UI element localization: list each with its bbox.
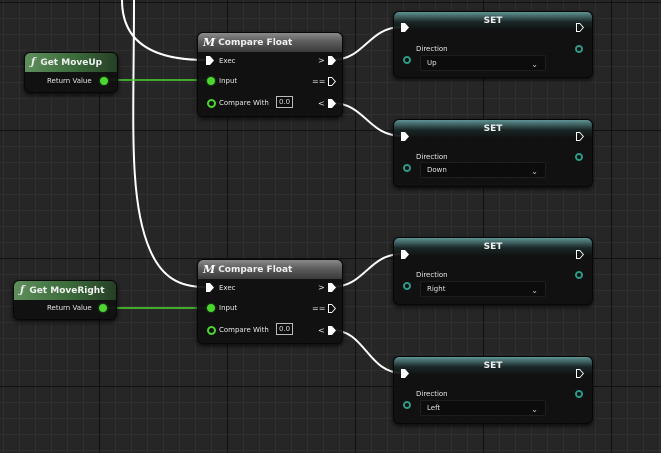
return-value-label: Return Value	[47, 77, 92, 85]
direction-input-pin[interactable]	[403, 401, 411, 409]
exec-pin-icon[interactable]	[328, 283, 336, 292]
node-header: SET	[394, 12, 592, 30]
node-header: M Compare Float	[198, 33, 342, 52]
chevron-down-icon: ⌄	[531, 405, 538, 414]
node-title: Compare Float	[218, 37, 293, 48]
node-header: SET	[394, 357, 592, 375]
compare-float-node[interactable]: M Compare Float Exec > Input == Compare …	[197, 259, 343, 344]
direction-label: Direction	[416, 271, 448, 279]
get-moveright-node[interactable]: ƒ Get MoveRight Return Value	[13, 280, 117, 320]
input-label: Input	[219, 77, 238, 85]
node-title: SET	[483, 124, 503, 134]
direction-input-pin[interactable]	[403, 164, 411, 172]
compare-with-label: Compare With	[219, 326, 269, 334]
direction-dropdown[interactable]: Right ⌄	[420, 281, 546, 297]
set-direction-node[interactable]: SET Direction Left ⌄	[393, 356, 593, 424]
direction-label: Direction	[416, 390, 448, 398]
exec-pin-icon[interactable]	[206, 56, 214, 65]
equal-label: ==	[312, 77, 326, 86]
input-label: Input	[219, 304, 238, 312]
exec-pin-icon[interactable]	[328, 56, 336, 65]
compare-float-node[interactable]: M Compare Float Exec > Input == Compare …	[197, 32, 343, 117]
direction-output-pin[interactable]	[575, 390, 583, 398]
function-icon: ƒ	[20, 285, 25, 296]
direction-output-pin[interactable]	[575, 153, 583, 161]
dropdown-value: Down	[427, 166, 447, 174]
direction-input-pin[interactable]	[403, 282, 411, 290]
return-value-pin[interactable]	[100, 77, 108, 85]
less-label: <	[318, 326, 325, 335]
exec-label: Exec	[219, 57, 236, 65]
compare-value-input[interactable]: 0.0	[276, 323, 294, 335]
node-header: M Compare Float	[198, 260, 342, 279]
less-label: <	[318, 99, 325, 108]
chevron-down-icon: ⌄	[531, 167, 538, 176]
chevron-down-icon: ⌄	[531, 286, 538, 295]
node-header: ƒ Get MoveUp	[25, 53, 117, 72]
direction-label: Direction	[416, 45, 448, 53]
greater-label: >	[318, 283, 325, 292]
compare-with-label: Compare With	[219, 99, 269, 107]
exec-pin-icon[interactable]	[328, 326, 336, 335]
exec-pin-icon[interactable]	[206, 283, 214, 292]
chevron-down-icon: ⌄	[531, 60, 538, 69]
node-title: Get MoveRight	[29, 285, 105, 296]
node-title: SET	[483, 16, 503, 26]
exec-label: Exec	[219, 284, 236, 292]
exec-pin-icon[interactable]	[328, 304, 336, 313]
dropdown-value: Right	[427, 285, 446, 293]
direction-dropdown[interactable]: Up ⌄	[420, 55, 546, 71]
input-pin[interactable]	[207, 304, 215, 312]
dropdown-value: Up	[427, 59, 437, 67]
equal-label: ==	[312, 304, 326, 313]
get-moveup-node[interactable]: ƒ Get MoveUp Return Value	[24, 52, 118, 93]
compare-with-pin[interactable]	[207, 99, 216, 108]
direction-output-pin[interactable]	[575, 45, 583, 53]
function-icon: ƒ	[31, 57, 36, 68]
direction-dropdown[interactable]: Left ⌄	[420, 400, 546, 416]
set-direction-node[interactable]: SET Direction Up ⌄	[393, 11, 593, 78]
compare-value-input[interactable]: 0.0	[276, 96, 294, 108]
direction-input-pin[interactable]	[403, 56, 411, 64]
greater-label: >	[318, 56, 325, 65]
direction-output-pin[interactable]	[575, 271, 583, 279]
direction-label: Direction	[416, 153, 448, 161]
macro-icon: M	[203, 36, 216, 49]
compare-with-pin[interactable]	[207, 326, 216, 335]
return-value-label: Return Value	[47, 304, 92, 312]
exec-pin-icon[interactable]	[328, 77, 336, 86]
exec-wire	[132, 0, 206, 288]
node-header: SET	[394, 120, 592, 138]
set-direction-node[interactable]: SET Direction Right ⌄	[393, 237, 593, 305]
node-header: SET	[394, 238, 592, 256]
node-header: ƒ Get MoveRight	[14, 281, 116, 300]
direction-dropdown[interactable]: Down ⌄	[420, 162, 546, 178]
exec-pin-icon[interactable]	[328, 99, 336, 108]
input-pin[interactable]	[207, 77, 215, 85]
dropdown-value: Left	[427, 404, 441, 412]
return-value-pin[interactable]	[99, 304, 107, 312]
macro-icon: M	[203, 263, 216, 276]
node-title: SET	[483, 242, 503, 252]
node-title: Compare Float	[218, 264, 293, 275]
node-title: SET	[483, 361, 503, 371]
node-title: Get MoveUp	[40, 57, 103, 68]
set-direction-node[interactable]: SET Direction Down ⌄	[393, 119, 593, 187]
